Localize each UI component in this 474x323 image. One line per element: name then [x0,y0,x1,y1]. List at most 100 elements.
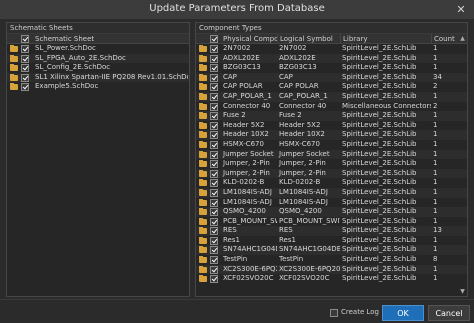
col-library[interactable]: Library [340,34,431,44]
component-row[interactable]: Fuse 2 Fuse 2 SpiritLevel_2E.SchLib 1 [196,111,467,121]
sheet-row[interactable]: SL_Power.SchDoc [7,44,189,54]
component-row[interactable]: TestPin TestPin SpiritLevel_2E.SchLib 8 [196,255,467,265]
component-row[interactable]: Header 5X2 Header 5X2 SpiritLevel_2E.SchLi… [196,121,467,131]
col-logical-symbol[interactable]: Logical Symbol [277,34,340,44]
component-checkbox[interactable] [210,160,218,169]
sheet-checkbox[interactable] [21,45,29,53]
component-row[interactable]: RES RES SpiritLevel_2E.SchLib 13 [196,226,467,236]
title-bar: Update Parameters From Database ✕ [0,0,474,19]
select-all-components-checkbox[interactable] [210,35,218,43]
component-checkbox[interactable] [210,198,218,207]
count-cell: 1 [433,91,438,100]
folder-icon [10,54,18,62]
physical-component-cell: PCB_MOUNT_SWITC [223,216,277,225]
component-checkbox[interactable] [210,188,218,197]
sheet-checkbox[interactable] [21,64,29,73]
component-checkbox[interactable] [210,102,218,111]
logical-symbol-cell: Fuse 2 [279,111,302,120]
create-log-checkbox[interactable] [330,309,338,317]
scroll-down-arrow[interactable]: ▼ [459,288,466,295]
count-cell: 34 [433,72,442,81]
window-title: Update Parameters From Database [149,3,325,14]
close-icon[interactable]: ✕ [448,0,474,19]
component-checkbox[interactable] [210,150,218,159]
component-row[interactable]: XC2S300E-6PQ208CXC2S300E-6PQ208CSpiritLe… [196,264,467,275]
sheet-row[interactable]: Example5.SchDoc [7,82,189,92]
component-row[interactable]: Res1 Res1 SpiritLevel_2E.SchLib 1 [196,236,467,246]
component-row[interactable]: Jumper Socket Jumper Socket SpiritLevel_2E… [196,149,467,160]
library-cell: SpiritLevel_2E.SchLib [342,149,417,158]
component-row[interactable]: CAP POLAR CAP POLAR SpiritLevel_2E.SchLib 2 [196,82,467,92]
component-row[interactable]: BZG03C13 BZG03C13 SpiritLevel_2E.SchLib 1 [196,63,467,73]
sheet-row[interactable]: SL_Config_2E.SchDoc [7,63,189,73]
scroll-up-arrow[interactable]: ▲ [459,35,466,42]
component-checkbox[interactable] [210,227,218,236]
component-table-header: Physical Compon... Logical Symbol Librar… [196,34,467,44]
component-checkbox[interactable] [210,265,218,274]
component-row[interactable]: 2N7002 2N7002 SpiritLevel_2E.SchLib 1 [196,44,467,54]
component-checkbox[interactable] [210,140,218,149]
component-checkbox[interactable] [210,121,218,130]
sheet-table-header: Schematic Sheet [7,34,189,44]
component-checkbox[interactable] [210,246,218,255]
sheet-row[interactable]: SL1 Xilinx Spartan-IIE PQ208 Rev1.01.Sch… [7,72,189,83]
component-checkbox[interactable] [210,275,218,284]
component-row[interactable]: Header 10X2 Header 10X2 SpiritLevel_2E.Sch… [196,130,467,140]
folder-icon [199,64,207,72]
component-row[interactable]: KLD-0202-B KLD-0202-B SpiritLevel_2E.SchLi… [196,178,467,188]
col-schematic-sheet[interactable]: Schematic Sheet [33,34,183,44]
component-row[interactable]: QSMO_4200 QSMO_4200 SpiritLevel_2E.SchLib 1 [196,207,467,217]
component-row[interactable]: HSMX-C670 HSMX-C670 SpiritLevel_2E.SchLib 1 [196,140,467,150]
component-row[interactable]: CAP CAP SpiritLevel_2E.SchLib 34 [196,72,467,83]
library-cell: SpiritLevel_2E.SchLib [342,53,417,62]
component-checkbox[interactable] [210,45,218,53]
sheet-row[interactable]: SL_FPGA_Auto_2E.SchDoc [7,53,189,64]
sheet-checkbox[interactable] [21,73,29,82]
logical-symbol-cell: KLD-0202-B [279,178,321,187]
component-checkbox[interactable] [210,256,218,265]
component-checkbox[interactable] [210,83,218,92]
component-checkbox[interactable] [210,169,218,178]
component-checkbox[interactable] [210,92,218,101]
component-checkbox[interactable] [210,236,218,245]
count-cell: 2 [433,82,438,91]
component-row[interactable]: Connector 40 Connector 40 Miscellaneous Co… [196,102,467,112]
component-types-panel: Component Types Physical Compon... Logic… [195,22,468,297]
cancel-button[interactable]: Cancel [428,305,470,321]
component-row[interactable]: PCB_MOUNT_SWITCPCB_MOUNT_SWITCHSpiritLev… [196,217,467,227]
component-row[interactable]: Jumper, 2-Pin Jumper, 2-Pin SpiritLevel_2E… [196,159,467,169]
ok-button[interactable]: OK [382,305,424,321]
component-checkbox[interactable] [210,208,218,217]
col-physical-component[interactable]: Physical Compon... [221,34,277,44]
component-row[interactable]: XCF02SVO20C XCF02SVO20C SpiritLevel_2E.Sch… [196,274,467,284]
component-checkbox[interactable] [210,73,218,82]
logical-symbol-cell: BZG03C13 [279,63,317,72]
library-cell: SpiritLevel_2E.SchLib [342,139,417,148]
folder-icon [199,169,207,177]
component-row[interactable]: LM1084IS-ADJ LM1084IS-ADJ SpiritLevel_2E.S… [196,198,467,208]
component-row[interactable]: SN74AHC1G04DBVRSN74AHC1G04DBVRSpiritLeve… [196,245,467,256]
component-row[interactable]: ADXL202E ADXL202E SpiritLevel_2E.SchLib 1 [196,53,467,64]
sheet-checkbox[interactable] [21,54,29,63]
logical-symbol-cell: RES [279,226,293,235]
col-count[interactable]: Count [431,34,461,44]
folder-icon [199,83,207,91]
component-checkbox[interactable] [210,54,218,63]
logical-symbol-cell: CAP_POLAR_1 [279,91,328,100]
sheet-checkbox[interactable] [21,83,29,92]
component-checkbox[interactable] [210,112,218,121]
component-checkbox[interactable] [210,131,218,140]
component-row[interactable]: LM1084IS-ADJ LM1084IS-ADJ SpiritLevel_2E.S… [196,187,467,198]
folder-icon [199,150,207,158]
logical-symbol-cell: PCB_MOUNT_SWITCH [279,216,340,225]
folder-icon [199,275,207,283]
component-checkbox[interactable] [210,179,218,188]
component-checkbox[interactable] [210,64,218,73]
component-row[interactable]: CAP_POLAR_1 CAP_POLAR_1 SpiritLevel_2E.Sch… [196,91,467,102]
logical-symbol-cell: LM1084IS-ADJ [279,197,328,206]
physical-component-cell: SN74AHC1G04DBVR [223,245,277,254]
select-all-sheets-checkbox[interactable] [21,35,29,43]
component-row[interactable]: Jumper, 2-Pin Jumper, 2-Pin SpiritLevel_2E… [196,168,467,179]
physical-component-cell: BZG03C13 [223,63,261,72]
component-checkbox[interactable] [210,217,218,226]
